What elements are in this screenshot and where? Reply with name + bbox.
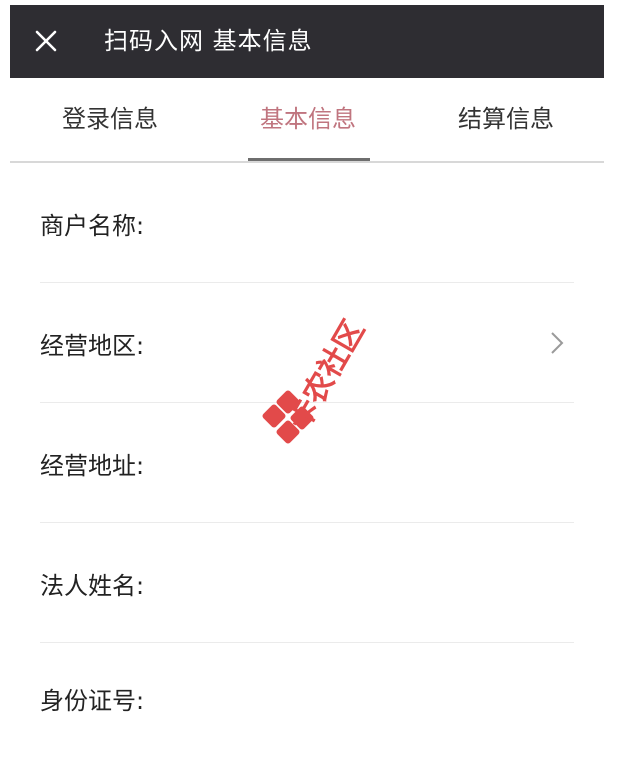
close-icon[interactable] (34, 29, 58, 53)
chevron-right-icon[interactable] (550, 331, 564, 355)
page-title: 扫码入网 基本信息 (104, 27, 313, 55)
business-address-field[interactable]: 经营地址: (10, 403, 604, 523)
top-bar: 扫码入网 基本信息 (10, 5, 604, 78)
tab-basic-info[interactable]: 基本信息 (208, 78, 408, 160)
id-number-field[interactable]: 身份证号: (10, 638, 604, 758)
merchant-name-label: 商户名称: (40, 211, 145, 240)
tab-login-info[interactable]: 登录信息 (10, 78, 210, 160)
business-address-label: 经营地址: (40, 451, 145, 480)
business-region-label: 经营地区: (40, 331, 145, 360)
tab-settlement-info[interactable]: 结算信息 (406, 78, 606, 160)
tab-bar: 登录信息 基本信息 结算信息 (10, 78, 604, 162)
legal-person-name-field[interactable]: 法人姓名: (10, 523, 604, 643)
business-region-field[interactable]: 经营地区: (10, 283, 604, 403)
legal-person-name-label: 法人姓名: (40, 571, 145, 600)
merchant-name-field[interactable]: 商户名称: (10, 163, 604, 283)
id-number-label: 身份证号: (40, 686, 145, 715)
